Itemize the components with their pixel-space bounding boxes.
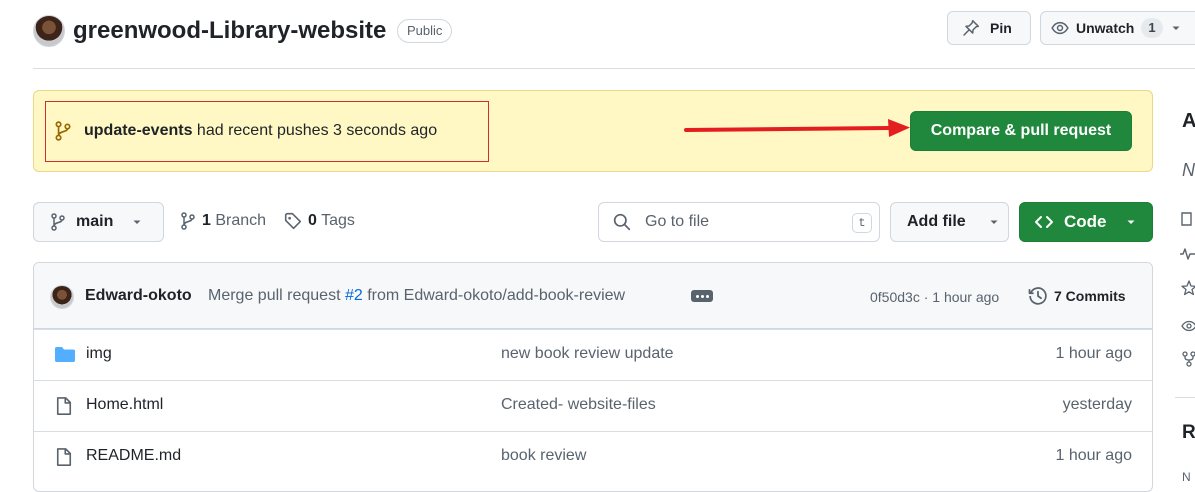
chevron-down-icon xyxy=(1125,216,1137,228)
branches-link[interactable]: 1 Branch xyxy=(180,212,266,230)
unwatch-button[interactable]: Unwatch 1 xyxy=(1040,11,1195,45)
owner-avatar[interactable] xyxy=(33,15,65,47)
commit-author-avatar[interactable] xyxy=(50,285,74,309)
eye-icon[interactable] xyxy=(1181,318,1195,334)
watch-count: 1 xyxy=(1141,18,1163,38)
current-branch-label: main xyxy=(76,213,114,230)
branch-icon xyxy=(50,213,66,231)
about-description: N xyxy=(1182,160,1195,180)
search-input[interactable] xyxy=(643,212,833,232)
go-to-file-search[interactable]: t xyxy=(598,202,880,242)
file-commit-message[interactable]: Created- website-files xyxy=(501,396,656,414)
tag-icon xyxy=(284,212,302,230)
chevron-down-icon xyxy=(988,216,1000,228)
branch-selector[interactable]: main xyxy=(33,202,164,242)
releases-note: N xyxy=(1182,470,1191,484)
file-row[interactable]: Home.html Created- website-files yesterd… xyxy=(34,380,1152,431)
unwatch-label: Unwatch xyxy=(1076,20,1135,36)
chevron-down-icon xyxy=(131,216,143,228)
sidebar-divider xyxy=(1175,397,1195,398)
releases-heading: R xyxy=(1182,422,1195,443)
push-status-text: had recent pushes 3 seconds ago xyxy=(196,122,438,139)
pull-request-link[interactable]: #2 xyxy=(345,287,363,304)
branch-word: Branch xyxy=(215,212,267,229)
activity-icon[interactable] xyxy=(1180,246,1195,262)
header-divider xyxy=(33,68,1195,69)
tag-count: 0 xyxy=(308,212,317,229)
eye-icon xyxy=(1051,19,1069,37)
file-commit-message[interactable]: book review xyxy=(501,447,586,465)
compare-pull-request-button[interactable]: Compare & pull request xyxy=(910,111,1132,151)
folder-icon xyxy=(54,345,76,363)
commit-message-prefix: Merge pull request xyxy=(208,287,341,304)
commits-history-link[interactable]: 7 Commits xyxy=(1028,286,1126,306)
branch-icon xyxy=(54,121,72,141)
repo-title[interactable]: greenwood-Library-website xyxy=(73,14,386,48)
code-label: Code xyxy=(1064,212,1107,231)
search-icon xyxy=(613,213,631,231)
tags-link[interactable]: 0 Tags xyxy=(284,212,355,230)
recent-push-message: update-events had recent pushes 3 second… xyxy=(84,121,437,141)
file-updated-time: 1 hour ago xyxy=(1055,345,1132,362)
file-name[interactable]: README.md xyxy=(86,447,181,465)
pin-icon xyxy=(962,19,980,37)
visibility-badge: Public xyxy=(397,19,453,43)
book-icon[interactable] xyxy=(1181,211,1195,227)
code-icon xyxy=(1034,214,1054,230)
file-name[interactable]: Home.html xyxy=(86,396,163,414)
latest-commit-bar: Edward-okoto Merge pull request #2 from … xyxy=(34,263,1152,329)
file-icon xyxy=(54,396,74,416)
file-commit-message[interactable]: new book review update xyxy=(501,345,674,363)
commit-message[interactable]: Merge pull request #2 from Edward-okoto/… xyxy=(208,287,625,305)
add-file-label: Add file xyxy=(907,213,966,230)
pushed-branch-name[interactable]: update-events xyxy=(84,122,192,139)
branch-icon xyxy=(180,212,196,230)
pin-button[interactable]: Pin xyxy=(947,11,1031,45)
commit-author[interactable]: Edward-okoto xyxy=(85,287,192,305)
add-file-button[interactable]: Add file xyxy=(890,202,1009,242)
file-row[interactable]: img new book review update 1 hour ago xyxy=(34,329,1152,380)
ellipsis-icon[interactable] xyxy=(691,290,713,302)
file-row[interactable]: README.md book review 1 hour ago xyxy=(34,431,1152,482)
file-icon xyxy=(54,447,74,467)
annotation-arrow xyxy=(684,119,910,137)
file-updated-time: yesterday xyxy=(1062,396,1132,413)
file-table: Edward-okoto Merge pull request #2 from … xyxy=(33,262,1153,492)
fork-icon[interactable] xyxy=(1181,351,1195,367)
about-heading: A xyxy=(1182,110,1195,132)
history-icon xyxy=(1028,286,1048,306)
tag-word: Tags xyxy=(321,212,355,229)
file-name[interactable]: img xyxy=(86,345,112,363)
file-updated-time: 1 hour ago xyxy=(1055,447,1132,464)
code-button[interactable]: Code xyxy=(1019,202,1153,242)
keyboard-shortcut-hint: t xyxy=(852,213,872,233)
pin-label: Pin xyxy=(990,20,1012,36)
chevron-down-icon xyxy=(1170,22,1182,34)
branch-count: 1 xyxy=(202,212,211,229)
star-icon[interactable] xyxy=(1181,280,1195,296)
commit-sha-time[interactable]: 0f50d3c · 1 hour ago xyxy=(870,289,999,305)
commits-count: 7 Commits xyxy=(1054,288,1126,304)
commit-message-suffix: from Edward-okoto/add-book-review xyxy=(367,287,626,304)
